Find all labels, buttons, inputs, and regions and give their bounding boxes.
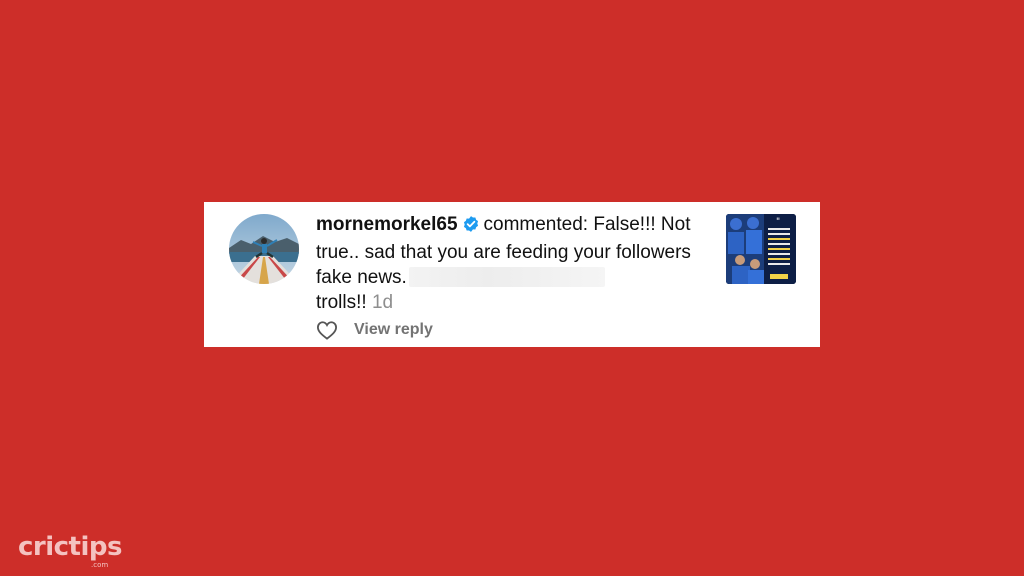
verified-badge-icon — [462, 215, 480, 240]
comment-notification-card: mornemorkel65 commented: False!!! Not tru… — [204, 202, 820, 347]
comment-body-tail: trolls!! — [316, 292, 367, 313]
post-thumbnail[interactable]: " — [726, 214, 796, 284]
avatar[interactable] — [229, 214, 299, 284]
comment-actions: View reply — [316, 320, 433, 340]
crictips-logo: crictips — [18, 532, 123, 562]
username[interactable]: mornemorkel65 — [316, 214, 458, 235]
timestamp: 1d — [371, 292, 394, 313]
comment-text: mornemorkel65 commented: False!!! Not tru… — [316, 212, 716, 315]
blurred-text — [408, 267, 605, 287]
view-reply-link[interactable]: View reply — [354, 321, 433, 339]
heart-outline-icon[interactable] — [316, 320, 338, 340]
svg-text:": " — [776, 217, 780, 227]
crictips-logo-domain: .com — [91, 561, 109, 569]
